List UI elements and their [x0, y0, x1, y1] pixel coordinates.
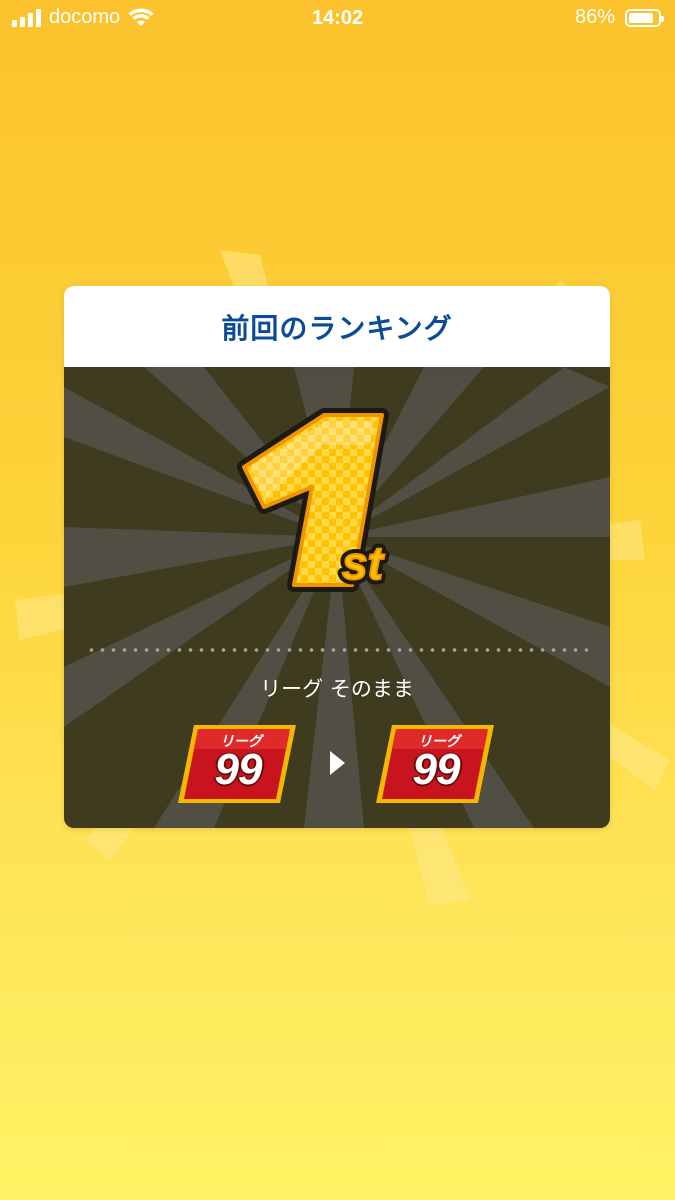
first-place-icon: 1 st st [224, 407, 390, 594]
battery-icon [625, 8, 664, 27]
result-text: リーグ そのまま [260, 677, 414, 701]
rank-suffix: st [342, 537, 385, 589]
battery-fill [629, 12, 653, 23]
league-badge-after: リーグ 99 [374, 723, 496, 805]
status-bar: docomo 14:02 86% [0, 0, 675, 38]
league-change-row: リーグ 99 リーグ 99 [64, 723, 610, 805]
battery-percent: 86% [574, 6, 615, 28]
league-number-after: 99 [412, 745, 461, 794]
dotted-divider [86, 648, 588, 652]
card-title: 前回のランキング [221, 311, 453, 345]
clock: 14:02 [311, 7, 364, 29]
card-header: 前回のランキング [64, 286, 610, 367]
rank-number: 1 [224, 407, 225, 408]
battery-tip [661, 15, 664, 22]
status-right: 86% [574, 6, 664, 29]
league-number-before: 99 [214, 745, 263, 794]
arrow-right-icon [330, 751, 345, 775]
card-body: 1 st st リーグ そのまま リーグ 99 リーグ 99 [64, 367, 610, 828]
league-badge-before: リーグ 99 [176, 723, 298, 805]
rank-badge: 1 st st [224, 407, 454, 607]
ranking-card: 前回のランキング 1 st st リーグ そのまま リーグ 99 リーグ 99 [64, 286, 610, 828]
